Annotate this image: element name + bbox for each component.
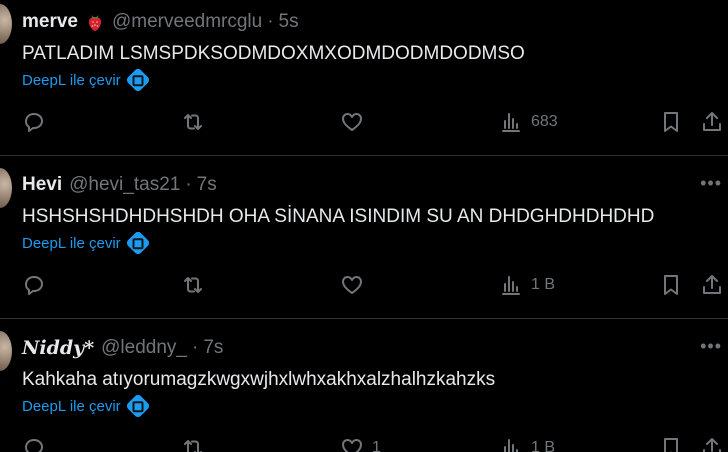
action-bar: 1 1 B — [0, 436, 728, 452]
bookmark-button[interactable] — [659, 273, 683, 297]
like-icon — [342, 439, 362, 452]
reply-icon — [25, 113, 43, 132]
deepl-icon — [124, 230, 151, 256]
reply-icon — [25, 276, 43, 295]
deepl-icon — [124, 67, 151, 93]
avatar[interactable] — [0, 4, 12, 44]
bookmark-button[interactable] — [659, 436, 683, 452]
user-handle[interactable]: @merveedmrcglu — [112, 11, 262, 33]
like-icon — [342, 276, 362, 294]
reply-button[interactable] — [22, 436, 54, 452]
repost-icon — [184, 440, 202, 452]
views-icon — [502, 276, 520, 295]
tweet-text: HSHSHSHDHDHSHDH OHA SİNANA ISINDIM SU AN… — [22, 206, 655, 227]
translate-label[interactable]: DeepL ile çevir — [22, 235, 121, 252]
views-button[interactable]: 1 B — [499, 273, 555, 297]
translate-label[interactable]: DeepL ile çevir — [22, 398, 121, 415]
translate-link[interactable]: DeepL ile çevir — [22, 230, 151, 256]
reply-button[interactable] — [22, 110, 54, 134]
avatar[interactable] — [0, 331, 12, 371]
like-count: 1 — [372, 439, 381, 452]
translate-label[interactable]: DeepL ile çevir — [22, 72, 121, 89]
repost-button[interactable] — [181, 273, 213, 297]
bookmark-button[interactable] — [659, 110, 683, 134]
like-icon — [342, 113, 362, 131]
separator: · — [267, 11, 274, 32]
avatar[interactable] — [0, 168, 12, 208]
reply-button[interactable] — [22, 273, 54, 297]
bookmark-icon — [664, 275, 678, 295]
bookmark-icon — [664, 438, 678, 452]
view-count: 1 B — [531, 276, 556, 293]
tweet-text: PATLADIM LSMSPDKSODMDOXMXODMDODMDODMSO — [22, 43, 525, 64]
display-name[interactable]: merve — [22, 11, 78, 33]
divider — [0, 318, 728, 319]
views-icon — [502, 113, 520, 132]
views-button[interactable]: 683 — [499, 110, 558, 134]
share-icon — [703, 112, 721, 131]
like-button[interactable] — [340, 273, 372, 297]
tweet-text: Kahkaha atıyorumagzkwgxwjhxlwhxakhxalzha… — [22, 369, 496, 390]
share-icon — [703, 438, 721, 452]
like-button[interactable]: 1 — [340, 436, 381, 452]
timestamp[interactable]: 7s — [197, 174, 217, 196]
like-button[interactable] — [340, 110, 372, 134]
share-button[interactable] — [700, 436, 724, 452]
repost-button[interactable] — [181, 110, 213, 134]
more-icon[interactable]: ••• — [700, 173, 722, 194]
separator: · — [185, 174, 192, 195]
repost-button[interactable] — [181, 436, 213, 452]
share-button[interactable] — [700, 273, 724, 297]
bookmark-icon — [664, 112, 678, 132]
tweet[interactable]: ••• Niddy* @leddny_ · 7s Kahkaha atıyoru… — [0, 326, 728, 452]
user-handle[interactable]: @leddny_ — [101, 337, 187, 359]
timestamp[interactable]: 5s — [279, 11, 299, 33]
strawberry-emoji — [88, 15, 102, 31]
display-name[interactable]: Hevi — [22, 174, 62, 196]
separator: · — [191, 337, 199, 358]
translate-link[interactable]: DeepL ile çevir — [22, 393, 151, 419]
action-bar: 683 — [0, 110, 728, 140]
reply-icon — [25, 439, 43, 452]
timestamp[interactable]: 7s — [203, 337, 223, 359]
view-count: 1 B — [531, 439, 556, 452]
repost-icon — [184, 277, 202, 293]
views-button[interactable]: 1 B — [499, 436, 555, 452]
display-name[interactable]: Niddy* — [22, 337, 94, 359]
user-handle[interactable]: @hevi_tas21 — [69, 174, 180, 196]
divider — [0, 155, 728, 156]
deepl-icon — [124, 393, 151, 419]
tweet[interactable]: ••• Hevi @hevi_tas21 · 7s HSHSHSHDHDHSHD… — [0, 163, 728, 326]
view-count: 683 — [531, 113, 558, 130]
translate-link[interactable]: DeepL ile çevir — [22, 67, 151, 93]
tweet[interactable]: merve @merveedmrcglu · 5s PATLADIM LSMSP… — [0, 0, 728, 163]
views-icon — [504, 439, 518, 452]
repost-icon — [184, 114, 202, 130]
share-icon — [703, 275, 721, 294]
more-icon[interactable]: ••• — [700, 336, 722, 357]
action-bar: 1 B — [0, 273, 728, 303]
share-button[interactable] — [700, 110, 724, 134]
